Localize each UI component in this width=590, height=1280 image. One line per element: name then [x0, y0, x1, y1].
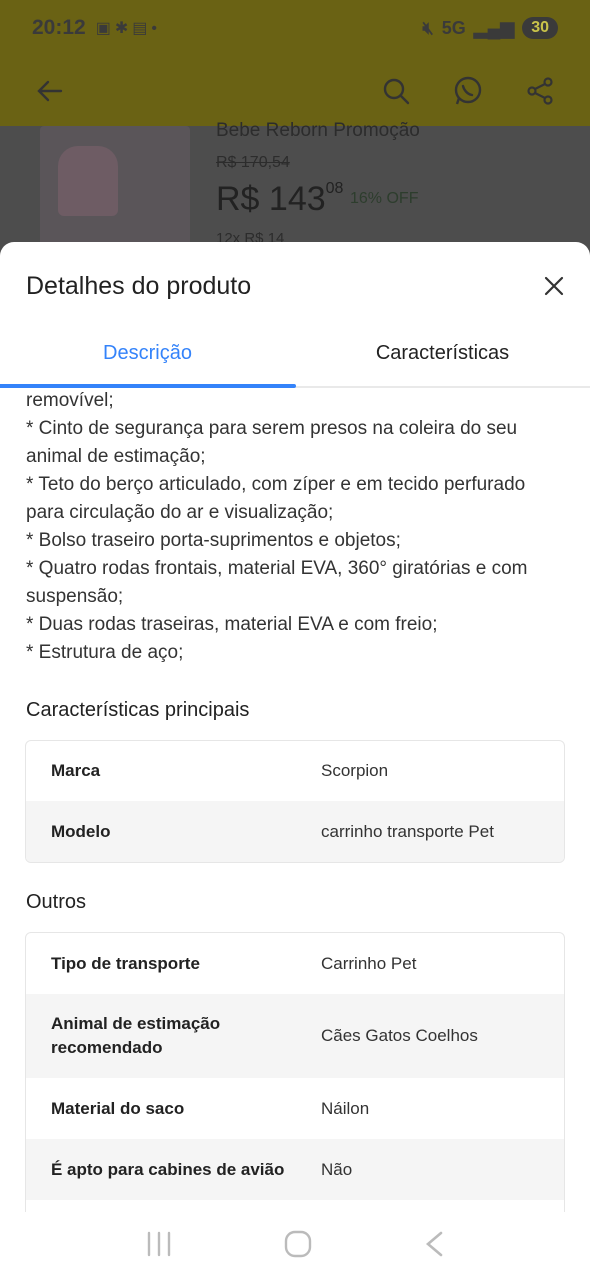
tab-descricao[interactable]: Descrição [0, 332, 295, 386]
background-product: Bebe Reborn Promoção R$ 170,54 R$ 14308 … [0, 120, 590, 260]
description-line: * Quatro rodas frontais, material EVA, 3… [26, 558, 528, 607]
description-line: removível; [26, 390, 114, 411]
spec-value: Não [321, 1159, 353, 1179]
table-row: Modelo carrinho transporte Pet [26, 801, 564, 862]
battery-badge: 30 [522, 17, 558, 39]
active-tab-indicator [0, 384, 296, 388]
system-nav-bar [0, 1212, 590, 1280]
network-label: 5G [441, 17, 466, 38]
recent-apps-icon[interactable] [145, 1231, 173, 1262]
home-icon[interactable] [283, 1229, 313, 1264]
description-line: * Duas rodas traseiras, material EVA e c… [26, 614, 438, 635]
spec-key: Marca [51, 761, 101, 780]
description-text: removível; * Cinto de segurança para ser… [0, 387, 590, 667]
table-row [26, 1200, 564, 1212]
app-bar [0, 56, 590, 126]
sheet-title: Detalhes do produto [26, 272, 252, 300]
description-line: * Cinto de segurança para serem presos n… [26, 418, 518, 467]
main-specs-title: Características principais [26, 699, 250, 721]
spec-value: Scorpion [321, 761, 389, 780]
spec-value: Cães Gatos Coelhos [321, 1026, 478, 1045]
table-row: Tipo de transporte Carrinho Pet [26, 933, 564, 994]
share-icon[interactable] [522, 73, 558, 109]
table-row: É apto para cabines de avião Não [26, 1139, 564, 1200]
discount-label: 16% OFF [350, 190, 419, 207]
tab-caracteristicas[interactable]: Características [295, 332, 590, 386]
spec-value: Carrinho Pet [321, 953, 417, 973]
product-thumbnail [40, 126, 190, 256]
volume-mute-icon: 🔇︎ [422, 17, 434, 38]
other-specs-table: Tipo de transporte Carrinho Pet Animal d… [25, 932, 565, 1212]
spec-value: Náilon [321, 1098, 370, 1118]
status-time: 20:12 [32, 16, 86, 39]
signal-icon: ▂▄▆ [473, 17, 515, 38]
background-app: 20:12 ▣✱▤• 🔇︎ 5G ▂▄▆ 30 Bebe Reborn Prom… [0, 0, 590, 260]
tabs: Descrição Características [0, 332, 590, 388]
back-nav-icon[interactable] [423, 1230, 445, 1263]
spec-key: Animal de estimação recomendado [51, 1014, 221, 1057]
product-details-sheet: Detalhes do produto Descrição Caracterís… [0, 242, 590, 1212]
search-icon[interactable] [378, 73, 414, 109]
status-bar: 20:12 ▣✱▤• 🔇︎ 5G ▂▄▆ 30 [0, 0, 590, 56]
main-specs-table: Marca Scorpion Modelo carrinho transport… [25, 740, 565, 863]
spec-key: Modelo [51, 821, 111, 841]
price: R$ 14308 [216, 180, 343, 219]
other-specs-title: Outros [26, 891, 87, 913]
product-title: Bebe Reborn Promoção [216, 120, 420, 141]
table-row: Material do saco Náilon [26, 1078, 564, 1139]
price-main: R$ 143 [216, 180, 326, 218]
back-arrow-icon[interactable] [32, 73, 68, 109]
description-line: * Bolso traseiro porta-suprimentos e obj… [26, 530, 401, 551]
spec-key: É apto para cabines de avião [51, 1159, 285, 1179]
old-price: R$ 170,54 [216, 154, 290, 171]
spec-value: carrinho transporte Pet [321, 821, 494, 841]
table-row: Animal de estimação recomendado Cães Gat… [26, 994, 564, 1078]
description-line: * Estrutura de aço; [26, 642, 184, 663]
spec-key: Tipo de transporte [51, 953, 200, 973]
table-row: Marca Scorpion [26, 741, 564, 801]
spec-key: Material do saco [51, 1098, 185, 1118]
notification-icons: ▣✱▤• [95, 20, 161, 37]
price-cents: 08 [325, 180, 344, 197]
description-line: * Teto do berço articulado, com zíper e … [26, 474, 526, 523]
close-icon[interactable] [542, 274, 566, 298]
whatsapp-icon[interactable] [450, 73, 486, 109]
